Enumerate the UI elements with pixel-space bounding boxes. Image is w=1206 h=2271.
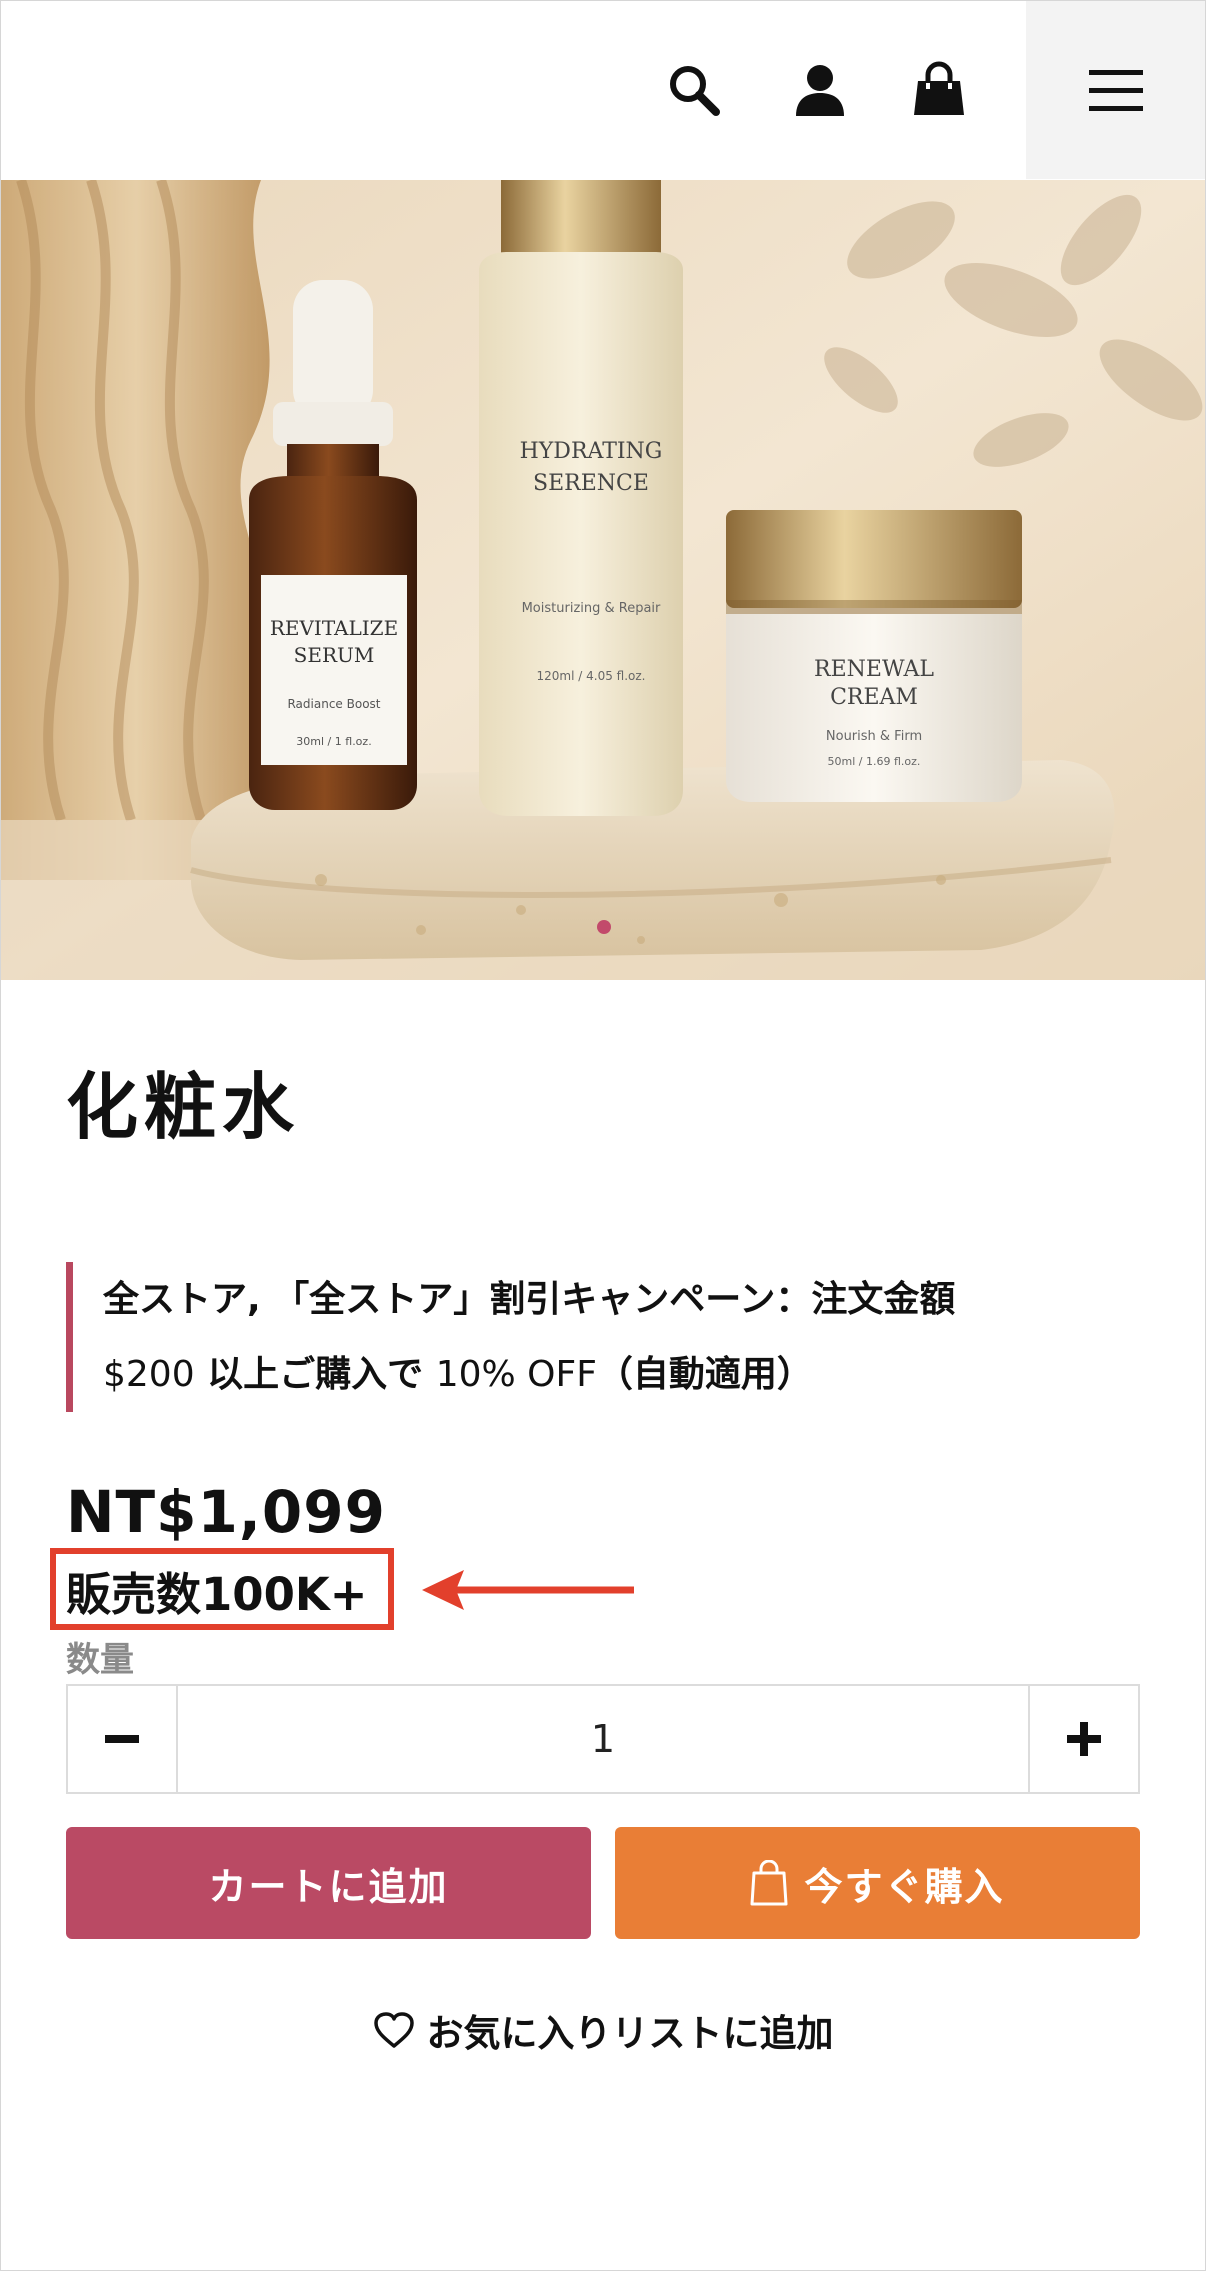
quantity-label: 数量 (66, 1640, 134, 1680)
promo-amount: $200 (103, 1354, 195, 1395)
minus-icon (105, 1735, 139, 1743)
cream-label-line1: RENEWAL (814, 657, 934, 682)
promo-end: （自動適用） (596, 1354, 813, 1395)
increase-quantity-button[interactable] (1028, 1686, 1138, 1792)
promo-percent: 10% OFF (435, 1354, 597, 1395)
decrease-quantity-button[interactable] (68, 1686, 178, 1792)
promo-line-1: 全ストア, 「全ストア」割引キャンペーン：注文金額 (103, 1279, 956, 1320)
search-icon[interactable] (663, 59, 725, 121)
account-icon[interactable] (789, 59, 851, 121)
menu-button[interactable] (1026, 1, 1205, 179)
site-header (1, 1, 1205, 179)
product-image-carousel[interactable]: REVITALIZE SERUM Radiance Boost 30ml / 1… (1, 180, 1205, 980)
toner-label-size: 120ml / 4.05 fl.oz. (537, 669, 646, 683)
quantity-input[interactable]: 1 (178, 1686, 1028, 1792)
cream-label-line2: CREAM (830, 685, 918, 710)
serum-label-size: 30ml / 1 fl.oz. (296, 735, 371, 748)
cart-icon[interactable] (908, 59, 970, 121)
carousel-dot-active[interactable] (597, 920, 611, 934)
annotation-arrow (422, 1570, 634, 1610)
product-photo: REVITALIZE SERUM Radiance Boost 30ml / 1… (1, 180, 1205, 980)
add-to-wishlist-link[interactable]: お気に入りリストに追加 (0, 1995, 1206, 2065)
menu-icon (1088, 70, 1143, 111)
promotion-banner: 全ストア, 「全ストア」割引キャンペーン：注文金額 $200 以上ご購入で 10… (66, 1262, 1086, 1412)
serum-label-line2: SERUM (294, 643, 375, 667)
product-title: 化粧水 (66, 1065, 301, 1149)
cream-label-size: 50ml / 1.69 fl.oz. (828, 755, 921, 768)
add-to-cart-label: カートに追加 (208, 1864, 449, 1909)
quantity-stepper: 1 (66, 1684, 1140, 1794)
product-price: NT$1,099 (66, 1478, 386, 1546)
add-to-cart-button[interactable]: カートに追加 (66, 1827, 591, 1939)
serum-label-sub: Radiance Boost (287, 697, 380, 711)
promo-line-2: $200 以上ご購入で 10% OFF（自動適用） (103, 1337, 1086, 1412)
plus-icon (1067, 1722, 1101, 1756)
toner-label-line1: HYDRATING (520, 439, 663, 464)
sold-count: 販売数100K+ (66, 1568, 368, 1621)
buy-now-label: 今すぐ購入 (804, 1864, 1005, 1909)
heart-icon (373, 2012, 414, 2048)
shopping-bag-icon (750, 1860, 788, 1906)
toner-label-line2: SERENCE (533, 471, 649, 496)
wishlist-label: お気に入りリストに追加 (426, 2012, 834, 2055)
toner-label-sub: Moisturizing & Repair (522, 601, 661, 616)
buy-now-button[interactable]: 今すぐ購入 (615, 1827, 1140, 1939)
serum-label-line1: REVITALIZE (270, 616, 398, 640)
cream-label-sub: Nourish & Firm (826, 729, 922, 744)
promo-mid: 以上ご購入で (194, 1354, 436, 1395)
